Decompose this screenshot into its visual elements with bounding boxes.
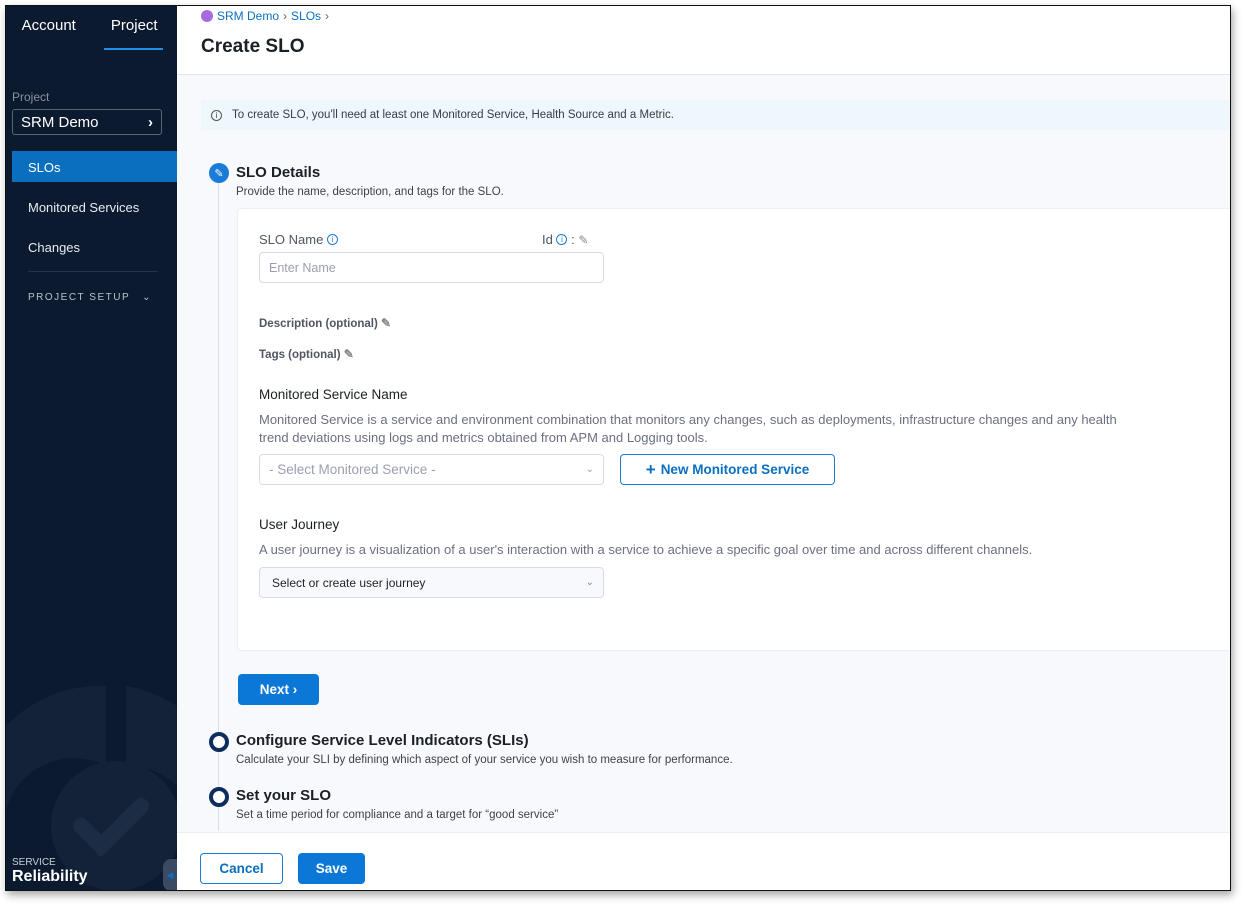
slo-name-label: SLO Name i bbox=[259, 232, 338, 247]
monitored-service-title: Monitored Service Name bbox=[259, 387, 408, 402]
cancel-button[interactable]: Cancel bbox=[200, 853, 283, 884]
step-subtitle: Set a time period for compliance and a t… bbox=[236, 809, 559, 821]
step-title: Set your SLO bbox=[236, 787, 332, 804]
step-title: Configure Service Level Indicators (SLIs… bbox=[236, 732, 529, 749]
sidebar-item-monitored-services[interactable]: Monitored Services bbox=[12, 191, 177, 222]
info-icon[interactable]: i bbox=[326, 234, 338, 245]
pencil-icon: ✎ bbox=[209, 163, 229, 183]
breadcrumb-srm-demo[interactable]: SRM Demo bbox=[217, 9, 279, 23]
sidebar-item-slos[interactable]: SLOs bbox=[12, 151, 177, 182]
breadcrumb: SRM Demo › SLOs › bbox=[201, 9, 1230, 23]
project-setup-toggle[interactable]: PROJECT SETUP ⌄ bbox=[6, 272, 177, 303]
slo-name-input[interactable]: Enter Name bbox=[259, 252, 604, 283]
next-button[interactable]: Next › bbox=[238, 674, 319, 705]
page-title: Create SLO bbox=[201, 36, 305, 57]
project-selector[interactable]: SRM Demo › bbox=[12, 109, 162, 135]
chevron-right-icon: › bbox=[148, 113, 153, 131]
tab-account[interactable]: Account bbox=[6, 6, 92, 50]
plus-icon: + bbox=[645, 459, 656, 479]
project-logo-icon bbox=[201, 10, 213, 22]
info-icon[interactable]: i bbox=[556, 234, 568, 245]
collapse-sidebar-button[interactable]: ◀ bbox=[163, 859, 177, 890]
step-title: SLO Details bbox=[236, 164, 321, 181]
pencil-icon[interactable]: ✎ bbox=[381, 316, 391, 330]
project-label: Project bbox=[12, 90, 50, 104]
monitored-service-select[interactable]: - Select Monitored Service - ⌄ bbox=[259, 454, 604, 485]
sidebar: Account Project Project SRM Demo › SLOs … bbox=[6, 6, 177, 890]
step-circle-icon bbox=[209, 787, 229, 807]
id-label: Id i : ✎ bbox=[542, 232, 589, 247]
project-name: SRM Demo bbox=[21, 113, 99, 131]
project-setup-label: PROJECT SETUP bbox=[28, 292, 131, 303]
module-label: SERVICE bbox=[12, 857, 56, 868]
breadcrumb-slos[interactable]: SLOs bbox=[291, 9, 321, 23]
tab-project[interactable]: Project bbox=[92, 6, 178, 50]
chevron-down-icon: ⌄ bbox=[585, 464, 594, 475]
sidebar-item-changes[interactable]: Changes bbox=[12, 231, 177, 262]
slo-details-card: SLO Name i Id i : ✎ Enter Name Descripti… bbox=[238, 209, 1230, 650]
info-banner: i To create SLO, you'll need at least on… bbox=[201, 100, 1230, 130]
save-button[interactable]: Save bbox=[298, 853, 365, 884]
banner-text: To create SLO, you'll need at least one … bbox=[232, 109, 674, 121]
monitored-service-desc: Monitored Service is a service and envir… bbox=[259, 412, 1117, 445]
user-journey-desc: A user journey is a visualization of a u… bbox=[259, 542, 1033, 557]
footer: Cancel Save bbox=[177, 832, 1230, 890]
new-monitored-service-button[interactable]: + New Monitored Service bbox=[620, 454, 835, 485]
chevron-right-icon: › bbox=[292, 682, 298, 697]
module-name: Reliability bbox=[12, 868, 88, 885]
info-icon: i bbox=[211, 109, 222, 121]
tags-label[interactable]: Tags (optional) ✎ bbox=[259, 347, 354, 361]
description-label[interactable]: Description (optional) ✎ bbox=[259, 316, 391, 330]
step-circle-icon bbox=[209, 732, 229, 752]
user-journey-select[interactable]: Select or create user journey ⌄ bbox=[259, 567, 604, 598]
step-subtitle: Provide the name, description, and tags … bbox=[236, 186, 504, 198]
chevron-down-icon: ⌄ bbox=[585, 577, 594, 588]
edit-id-icon[interactable]: ✎ bbox=[578, 233, 588, 247]
user-journey-title: User Journey bbox=[259, 517, 340, 532]
chevron-down-icon: ⌄ bbox=[142, 292, 152, 303]
step-subtitle: Calculate your SLI by defining which asp… bbox=[236, 754, 733, 766]
pencil-icon[interactable]: ✎ bbox=[344, 347, 354, 361]
